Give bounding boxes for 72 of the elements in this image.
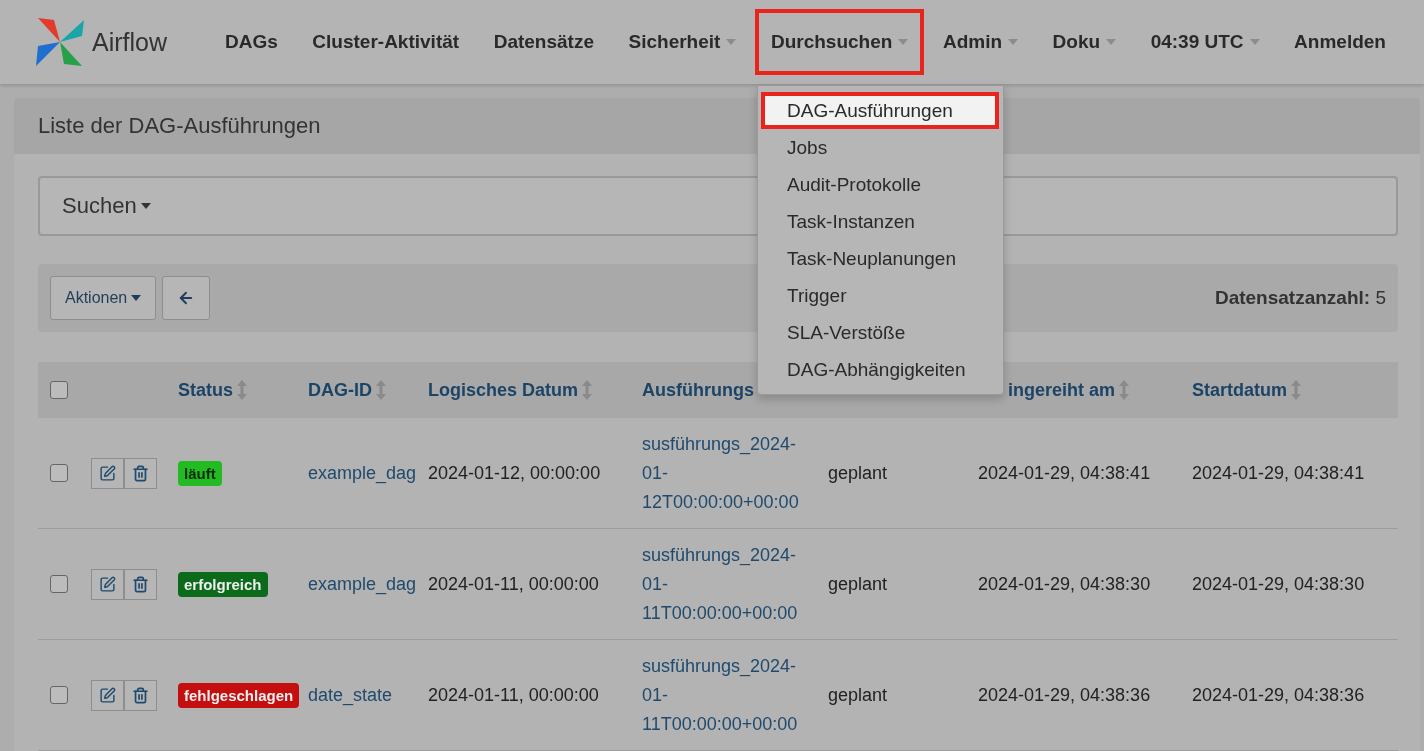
caret-icon (898, 39, 909, 45)
edit-button[interactable] (91, 679, 124, 711)
table-cell: geplant (828, 462, 888, 484)
dag-id-link[interactable]: example_dag (308, 573, 417, 595)
caret-icon (1008, 39, 1019, 45)
caret-icon (726, 39, 737, 45)
edit-button[interactable] (91, 457, 124, 489)
record-count: Datensatzanzahl: 5 (1214, 287, 1386, 309)
status-badge: läuft (178, 460, 222, 486)
nav-item[interactable]: Datensätze (477, 9, 610, 75)
table-cell: 2024-01-11, 00:00:00 (428, 573, 599, 595)
menu-item[interactable]: Audit-Protokolle (761, 166, 999, 203)
delete-button[interactable] (124, 457, 157, 489)
pinwheel-logo-icon (34, 16, 86, 68)
table-cell: 2024-01-29, 04:38:36 (1192, 684, 1365, 706)
delete-button[interactable] (124, 679, 157, 711)
edit-icon (99, 575, 116, 593)
back-button[interactable] (162, 276, 211, 320)
column-header[interactable]: Status (178, 379, 233, 401)
nav-item[interactable]: Sicherheit (612, 9, 753, 75)
trash-icon (132, 464, 149, 482)
caret-icon (131, 295, 142, 301)
table-cell: 2024-01-29, 04:38:36 (978, 684, 1151, 706)
dag-id-link[interactable]: date_state (308, 684, 393, 706)
table-cell: geplant (828, 573, 888, 595)
column-header[interactable]: Startdatum (1192, 379, 1287, 401)
column-header[interactable]: Ausführungs (642, 379, 754, 401)
table-cell: 2024-01-29, 04:38:41 (1192, 462, 1365, 484)
edit-icon (99, 686, 116, 704)
nav-item[interactable]: Anmelden (1278, 9, 1402, 75)
dag-id-link[interactable]: example_dag (308, 462, 417, 484)
search-dropdown[interactable]: Suchen (62, 193, 151, 219)
nav-item[interactable]: Doku (1036, 9, 1133, 75)
caret-icon (140, 203, 151, 209)
nav-item[interactable]: Durchsuchen (754, 9, 925, 75)
column-header[interactable]: Logisches Datum (428, 379, 579, 401)
column-header[interactable]: ingereiht am (1008, 379, 1116, 401)
status-badge: erfolgreich (178, 571, 268, 597)
row-checkbox[interactable] (50, 464, 68, 482)
brand-name[interactable]: Airflow (92, 27, 167, 57)
trash-icon (132, 575, 149, 593)
edit-button[interactable] (91, 568, 124, 600)
nav-item[interactable]: Cluster-Aktivität (296, 9, 476, 75)
menu-item[interactable]: Task-Instanzen (761, 203, 999, 240)
menu-item[interactable]: DAG-Ausführungen (761, 92, 999, 129)
nav-item[interactable]: DAGs (209, 9, 294, 75)
table-cell: 2024-01-29, 04:38:30 (978, 573, 1151, 595)
column-header[interactable]: DAG-ID (308, 379, 372, 401)
table-cell: 2024-01-29, 04:38:41 (978, 462, 1151, 484)
table-cell: geplant (828, 684, 888, 706)
edit-icon (99, 464, 116, 482)
delete-button[interactable] (124, 568, 157, 600)
table-cell: 2024-01-12, 00:00:00 (428, 462, 601, 484)
run-id-link[interactable]: susführungs_2024-01-11T00:00:00+00:00 (642, 651, 812, 739)
row-checkbox[interactable] (50, 575, 68, 593)
menu-item[interactable]: DAG-Abhängigkeiten (761, 351, 999, 388)
actions-button[interactable]: Aktionen (50, 276, 157, 320)
menu-item[interactable]: SLA-Verstöße (761, 314, 999, 351)
caret-icon (1249, 39, 1260, 45)
menu-item[interactable]: Trigger (761, 277, 999, 314)
run-id-link[interactable]: susführungs_2024-01-12T00:00:00+00:00 (642, 429, 812, 517)
caret-icon (1106, 39, 1117, 45)
nav-item[interactable]: 04:39 UTC (1134, 9, 1276, 75)
select-all-checkbox[interactable] (50, 381, 68, 399)
run-id-link[interactable]: susführungs_2024-01-11T00:00:00+00:00 (642, 540, 812, 628)
row-checkbox[interactable] (50, 686, 68, 704)
table-cell: 2024-01-29, 04:38:30 (1192, 573, 1365, 595)
status-badge: fehlgeschlagen (178, 682, 300, 708)
table-cell: 2024-01-11, 00:00:00 (428, 684, 599, 706)
trash-icon (132, 686, 149, 704)
nav-item[interactable]: Admin (926, 9, 1035, 75)
menu-item[interactable]: Task-Neuplanungen (761, 240, 999, 277)
